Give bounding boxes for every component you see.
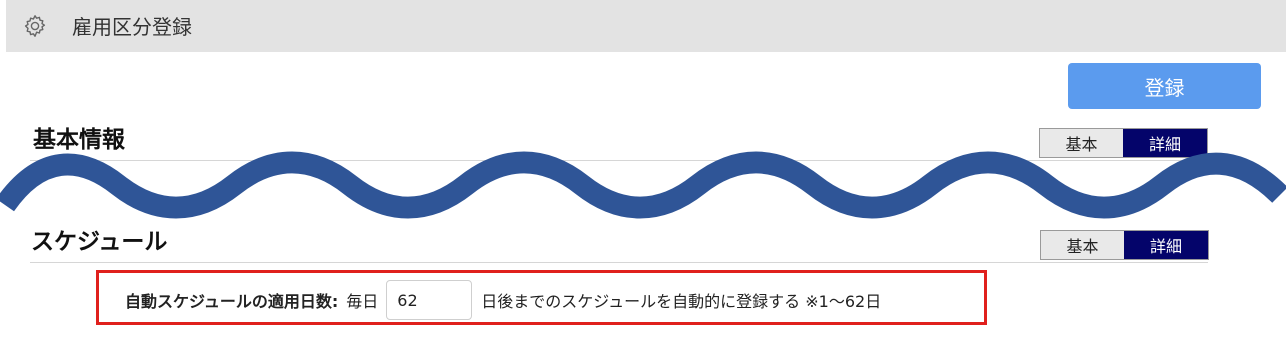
section-divider <box>30 262 1208 263</box>
register-button[interactable]: 登録 <box>1068 63 1261 109</box>
auto-schedule-days-label: 自動スケジュールの適用日数: <box>125 292 339 311</box>
page-title: 雇用区分登録 <box>72 15 192 39</box>
auto-schedule-days-suffix: 日後までのスケジュールを自動的に登録する ※1～62日 <box>481 292 882 311</box>
schedule-view-toggle: 基本 詳細 <box>1040 230 1209 260</box>
auto-schedule-days-row: 自動スケジュールの適用日数: 毎日 日後までのスケジュールを自動的に登録する ※… <box>125 280 881 320</box>
auto-schedule-days-input[interactable] <box>386 280 473 320</box>
page-header: 雇用区分登録 <box>6 0 1286 52</box>
section-title-schedule: スケジュール <box>31 229 168 255</box>
gear-icon[interactable] <box>23 14 47 38</box>
schedule-toggle-basic[interactable]: 基本 <box>1041 231 1124 259</box>
auto-schedule-days-prefix: 毎日 <box>346 292 379 311</box>
schedule-toggle-detail[interactable]: 詳細 <box>1124 231 1208 259</box>
omission-wave <box>0 151 1286 219</box>
